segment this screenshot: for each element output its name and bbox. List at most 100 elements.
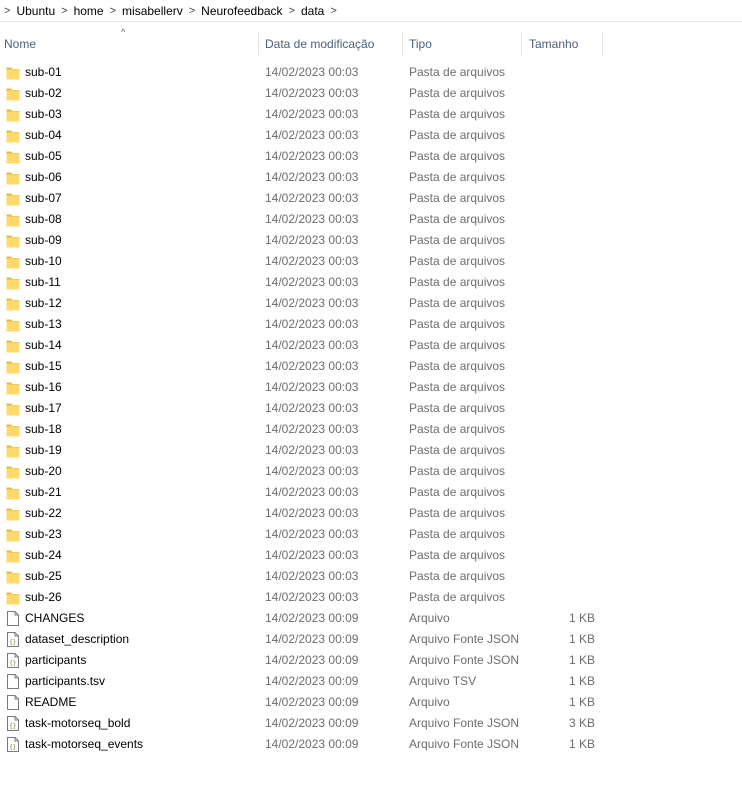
column-header-name[interactable]: Nome [0,32,258,56]
file-type: Arquivo [409,611,450,625]
file-name: sub-20 [25,464,62,478]
file-row[interactable]: sub-16 14/02/2023 00:03 Pasta de arquivos [0,377,742,398]
file-date-modified: 14/02/2023 00:09 [265,674,359,688]
file-name: CHANGES [25,611,85,625]
file-row[interactable]: sub-26 14/02/2023 00:03 Pasta de arquivos [0,587,742,608]
file-date-modified: 14/02/2023 00:03 [265,65,359,79]
breadcrumb: > Ubuntu > home > misabellerv > Neurofeedback > d… [0,0,742,22]
file-icon [6,611,20,626]
file-name: dataset_description [25,632,130,646]
file-row[interactable]: sub-25 14/02/2023 00:03 Pasta de arquivos [0,566,742,587]
column-divider[interactable] [258,32,259,56]
file-type: Pasta de arquivos [409,548,506,562]
file-row[interactable]: sub-19 14/02/2023 00:03 Pasta de arquivos [0,440,742,461]
file-row[interactable]: {} participants 14/02/2023 00:09 Arquivo Fo… [0,650,742,671]
file-row[interactable]: sub-08 14/02/2023 00:03 Pasta de arquivos [0,209,742,230]
chevron-right-icon[interactable]: > [55,5,73,17]
column-divider[interactable] [521,32,522,56]
file-row[interactable]: sub-05 14/02/2023 00:03 Pasta de arquivos [0,146,742,167]
file-name: sub-10 [25,254,62,268]
file-row[interactable]: sub-22 14/02/2023 00:03 Pasta de arquivos [0,503,742,524]
column-header-type[interactable]: Tipo [405,32,521,56]
file-type: Arquivo TSV [409,674,477,688]
column-divider[interactable] [402,32,403,56]
file-name: sub-26 [25,590,62,604]
column-header-size[interactable]: Tamanho [525,32,601,56]
folder-icon [6,128,20,143]
column-divider[interactable] [602,32,603,56]
folder-icon [6,296,20,311]
chevron-right-icon[interactable]: > [183,5,201,17]
file-row[interactable]: CHANGES 14/02/2023 00:09 Arquivo 1 KB [0,608,742,629]
folder-icon [6,65,20,80]
folder-icon [6,170,20,185]
file-row[interactable]: sub-07 14/02/2023 00:03 Pasta de arquivos [0,188,742,209]
breadcrumb-item-neurofeedback[interactable]: Neurofeedback [201,2,282,20]
breadcrumb-item-data[interactable]: data [301,2,324,20]
file-row[interactable]: sub-12 14/02/2023 00:03 Pasta de arquivos [0,293,742,314]
file-name: sub-18 [25,422,62,436]
file-name: sub-13 [25,317,62,331]
breadcrumb-item-home[interactable]: home [74,2,104,20]
file-row[interactable]: sub-04 14/02/2023 00:03 Pasta de arquivos [0,125,742,146]
file-row[interactable]: sub-24 14/02/2023 00:03 Pasta de arquivos [0,545,742,566]
file-size: 1 KB [568,653,595,667]
file-row[interactable]: sub-13 14/02/2023 00:03 Pasta de arquivos [0,314,742,335]
breadcrumb-item-misabellerv[interactable]: misabellerv [122,2,183,20]
file-type: Pasta de arquivos [409,359,506,373]
file-row[interactable]: sub-18 14/02/2023 00:03 Pasta de arquivos [0,419,742,440]
file-date-modified: 14/02/2023 00:09 [265,611,359,625]
file-type: Pasta de arquivos [409,86,506,100]
file-row[interactable]: sub-11 14/02/2023 00:03 Pasta de arquivos [0,272,742,293]
folder-icon [6,527,20,542]
file-name: task-motorseq_events [25,737,144,751]
file-type: Arquivo Fonte JSON [409,653,520,667]
file-name: sub-16 [25,380,62,394]
file-date-modified: 14/02/2023 00:03 [265,296,359,310]
breadcrumb-item-ubuntu[interactable]: Ubuntu [16,2,55,20]
file-row[interactable]: sub-09 14/02/2023 00:03 Pasta de arquivos [0,230,742,251]
chevron-right-icon[interactable]: > [104,5,122,17]
file-date-modified: 14/02/2023 00:03 [265,422,359,436]
file-row[interactable]: sub-14 14/02/2023 00:03 Pasta de arquivos [0,335,742,356]
file-type: Pasta de arquivos [409,338,506,352]
chevron-right-icon[interactable]: > [283,5,301,17]
folder-icon [6,359,20,374]
file-row[interactable]: sub-15 14/02/2023 00:03 Pasta de arquivos [0,356,742,377]
svg-text:{}: {} [9,660,16,667]
file-row[interactable]: sub-20 14/02/2023 00:03 Pasta de arquivos [0,461,742,482]
file-date-modified: 14/02/2023 00:03 [265,380,359,394]
file-row[interactable]: sub-01 14/02/2023 00:03 Pasta de arquivos [0,62,742,83]
file-date-modified: 14/02/2023 00:03 [265,212,359,226]
file-name: sub-23 [25,527,62,541]
file-row[interactable]: sub-23 14/02/2023 00:03 Pasta de arquivos [0,524,742,545]
file-date-modified: 14/02/2023 00:03 [265,338,359,352]
file-date-modified: 14/02/2023 00:09 [265,653,359,667]
column-header-date[interactable]: Data de modificação [261,32,402,56]
file-row[interactable]: sub-02 14/02/2023 00:03 Pasta de arquivos [0,83,742,104]
folder-icon [6,212,20,227]
file-type: Arquivo [409,695,450,709]
file-date-modified: 14/02/2023 00:03 [265,527,359,541]
chevron-right-icon[interactable]: > [324,5,342,17]
file-row[interactable]: {} dataset_description 14/02/2023 00:09 Arq… [0,629,742,650]
file-row[interactable]: sub-06 14/02/2023 00:03 Pasta de arquivos [0,167,742,188]
chevron-right-icon[interactable]: > [4,5,16,17]
file-row[interactable]: README 14/02/2023 00:09 Arquivo 1 KB [0,692,742,713]
file-date-modified: 14/02/2023 00:03 [265,254,359,268]
file-row[interactable]: sub-17 14/02/2023 00:03 Pasta de arquivos [0,398,742,419]
file-name: sub-07 [25,191,62,205]
file-row[interactable]: sub-03 14/02/2023 00:03 Pasta de arquivos [0,104,742,125]
file-row[interactable]: participants.tsv 14/02/2023 00:09 Arquivo … [0,671,742,692]
file-type: Pasta de arquivos [409,254,506,268]
file-row[interactable]: sub-21 14/02/2023 00:03 Pasta de arquivos [0,482,742,503]
file-row[interactable]: {} task-motorseq_events 14/02/2023 00:09 Ar… [0,734,742,755]
folder-icon [6,548,20,563]
file-date-modified: 14/02/2023 00:03 [265,107,359,121]
file-row[interactable]: {} task-motorseq_bold 14/02/2023 00:09 Arqu… [0,713,742,734]
file-row[interactable]: sub-10 14/02/2023 00:03 Pasta de arquivos [0,251,742,272]
folder-icon [6,149,20,164]
file-date-modified: 14/02/2023 00:03 [265,317,359,331]
file-name: sub-05 [25,149,62,163]
folder-icon [6,443,20,458]
